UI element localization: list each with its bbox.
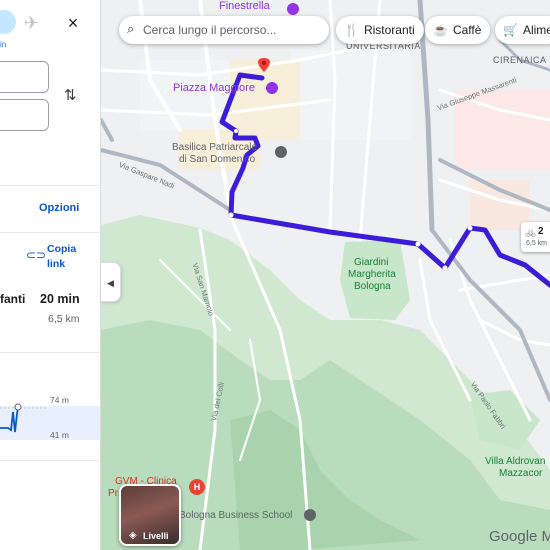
flight-mode-icon[interactable]: ✈	[24, 13, 39, 34]
bike-mode-icon[interactable]	[0, 10, 16, 34]
route-distance: 6,5 km	[48, 313, 80, 325]
restaurant-icon: 🍴	[344, 23, 359, 37]
route-info-tooltip[interactable]: 🚲 2 6,5 km	[521, 222, 550, 252]
poi-finestrella[interactable]: Finestrella	[219, 0, 270, 12]
options-button[interactable]: Opzioni	[39, 202, 79, 214]
route-name[interactable]: fanti	[0, 292, 25, 306]
copy-link-button[interactable]: Copia link	[47, 242, 87, 272]
route-tip-time: 2	[538, 226, 544, 237]
destination-field[interactable]	[0, 99, 49, 131]
hospital-icon[interactable]: H	[189, 479, 205, 495]
poi-villa-line2[interactable]: Mazzacor	[499, 468, 542, 480]
search-icon: ⌕	[127, 21, 135, 36]
poi-clinica-line2[interactable]: Pr	[108, 488, 118, 499]
poi-basilica-line2[interactable]: di San Domenico	[179, 154, 255, 165]
link-icon[interactable]: ⊂⊃	[26, 248, 46, 262]
park-giardini-line1[interactable]: Giardini	[354, 257, 388, 269]
chip-groceries[interactable]: 🛒 Alime	[495, 16, 550, 44]
search-input[interactable]	[143, 20, 323, 40]
map-canvas[interactable]: Finestrella UNIVERSITARIA CIRENAICA Piaz…	[101, 0, 550, 550]
chip-label: Ristoranti	[363, 23, 415, 37]
chip-cafes[interactable]: ☕ Caffè	[425, 16, 491, 44]
divider	[0, 460, 100, 461]
park-giardini-line2[interactable]: Margherita	[348, 269, 396, 281]
district-cirenaica: CIRENAICA	[493, 55, 547, 65]
poi-piazza-maggiore[interactable]: Piazza Maggiore	[173, 82, 255, 94]
bike-icon: 🚲	[525, 227, 537, 237]
divider	[0, 232, 100, 233]
map-base	[101, 0, 550, 550]
poi-basilica-line1[interactable]: Basilica Patriarcale	[172, 142, 257, 153]
chip-label: Caffè	[452, 23, 482, 37]
cart-icon: 🛒	[503, 23, 518, 37]
route-tip-distance: 6,5 km	[526, 240, 548, 247]
bike-mode-label: in	[0, 40, 7, 49]
chip-label: Alime	[522, 23, 550, 37]
park-giardini-line3[interactable]: Bologna	[354, 281, 391, 293]
chip-restaurants[interactable]: 🍴 Ristoranti	[336, 16, 424, 44]
collapse-panel-button[interactable]: ◀	[101, 262, 121, 302]
directions-panel: in ✈ × ⇅ Opzioni ⊂⊃ Copia link fanti 20 …	[0, 0, 101, 550]
divider	[0, 185, 100, 186]
coffee-icon: ☕	[433, 23, 448, 37]
elevation-max: 74 m	[50, 395, 69, 405]
origin-field[interactable]	[0, 61, 49, 93]
layers-icon: ◈	[129, 530, 137, 541]
divider	[0, 352, 100, 353]
close-button[interactable]: ×	[62, 12, 84, 34]
elevation-min: 41 m	[50, 430, 69, 440]
swap-icon[interactable]: ⇅	[64, 86, 77, 104]
poi-business-school[interactable]: Bologna Business School	[179, 510, 292, 521]
layers-button[interactable]: ◈ Livelli	[119, 484, 181, 546]
search-along-route[interactable]: ⌕	[119, 16, 329, 44]
layers-label: Livelli	[143, 531, 169, 541]
poi-villa-line1[interactable]: Villa Aldrovan	[485, 456, 545, 468]
google-logo: Google M	[489, 528, 550, 545]
route-duration: 20 min	[40, 292, 80, 306]
